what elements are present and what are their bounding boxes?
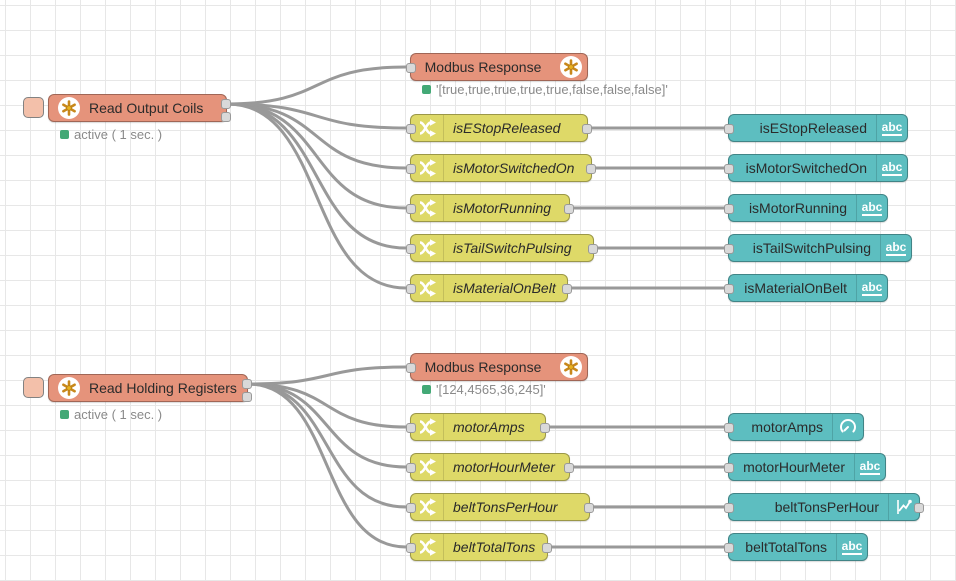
- node-change-isMaterialOnBelt[interactable]: isMaterialOnBelt: [410, 274, 568, 302]
- status-text: '[true,true,true,true,true,false,false,f…: [436, 82, 668, 97]
- output-port-1[interactable]: [242, 379, 252, 389]
- output-port[interactable]: [582, 124, 592, 134]
- wire[interactable]: [248, 384, 406, 507]
- output-port[interactable]: [564, 463, 574, 473]
- abc-text-icon: abc: [854, 454, 885, 480]
- input-port[interactable]: [724, 124, 734, 134]
- output-port[interactable]: [588, 244, 598, 254]
- output-port[interactable]: [586, 164, 596, 174]
- node-ui-beltTotalTons[interactable]: beltTotalTons abc: [728, 533, 868, 561]
- abc-text-icon: abc: [880, 235, 911, 261]
- output-port-1[interactable]: [221, 99, 231, 109]
- status-text: '[124,4565,36,245]': [436, 382, 546, 397]
- inject-button[interactable]: [23, 377, 44, 398]
- node-read-holding-registers[interactable]: Read Holding Registers: [48, 374, 248, 402]
- node-status: '[true,true,true,true,true,false,false,f…: [422, 82, 668, 97]
- node-change-isTailSwitchPulsing[interactable]: isTailSwitchPulsing: [410, 234, 594, 262]
- output-port[interactable]: [562, 284, 572, 294]
- wire[interactable]: [248, 367, 406, 384]
- status-dot: [60, 130, 69, 139]
- output-port[interactable]: [914, 503, 924, 513]
- input-port[interactable]: [406, 63, 416, 73]
- node-change-beltTotalTons[interactable]: beltTotalTons: [410, 533, 548, 561]
- modbus-flower-icon: [58, 97, 80, 119]
- input-port[interactable]: [724, 543, 734, 553]
- gauge-icon: [832, 414, 863, 440]
- modbus-flower-icon: [560, 356, 582, 378]
- node-change-beltTonsPerHour[interactable]: beltTonsPerHour: [410, 493, 590, 521]
- node-change-isMotorRunning[interactable]: isMotorRunning: [410, 194, 570, 222]
- status-dot: [60, 410, 69, 419]
- input-port[interactable]: [406, 244, 416, 254]
- node-status: active ( 1 sec. ): [60, 127, 162, 142]
- output-port-2[interactable]: [242, 392, 252, 402]
- status-text: active ( 1 sec. ): [74, 407, 162, 422]
- node-status: active ( 1 sec. ): [60, 407, 162, 422]
- abc-text-icon: abc: [856, 275, 887, 301]
- node-modbus-response-registers[interactable]: Modbus Response: [410, 353, 588, 381]
- output-port[interactable]: [584, 503, 594, 513]
- input-port[interactable]: [406, 423, 416, 433]
- input-port[interactable]: [406, 503, 416, 513]
- input-port[interactable]: [724, 463, 734, 473]
- abc-text-icon: abc: [856, 195, 887, 221]
- modbus-flower-icon: [58, 377, 80, 399]
- status-dot: [422, 385, 431, 394]
- status-dot: [422, 85, 431, 94]
- output-port[interactable]: [542, 543, 552, 553]
- output-port[interactable]: [564, 204, 574, 214]
- node-change-motorAmps[interactable]: motorAmps: [410, 413, 546, 441]
- input-port[interactable]: [406, 124, 416, 134]
- input-port[interactable]: [406, 463, 416, 473]
- status-text: active ( 1 sec. ): [74, 127, 162, 142]
- node-ui-beltTonsPerHour[interactable]: beltTonsPerHour: [728, 493, 920, 521]
- abc-text-icon: abc: [876, 155, 907, 181]
- node-ui-isTailSwitchPulsing[interactable]: isTailSwitchPulsing abc: [728, 234, 912, 262]
- node-ui-motorHourMeter[interactable]: motorHourMeter abc: [728, 453, 886, 481]
- input-port[interactable]: [406, 204, 416, 214]
- input-port[interactable]: [406, 164, 416, 174]
- input-port[interactable]: [724, 244, 734, 254]
- node-modbus-response-coils[interactable]: Modbus Response: [410, 53, 588, 81]
- node-change-isEStopReleased[interactable]: isEStopReleased: [410, 114, 588, 142]
- wire[interactable]: [227, 104, 406, 288]
- flow-canvas[interactable]: Read Output Coils active ( 1 sec. ) Modb…: [0, 0, 956, 581]
- node-ui-isEStopReleased[interactable]: isEStopReleased abc: [728, 114, 908, 142]
- node-change-isMotorSwitchedOn[interactable]: isMotorSwitchedOn: [410, 154, 592, 182]
- input-port[interactable]: [724, 284, 734, 294]
- input-port[interactable]: [724, 423, 734, 433]
- node-change-motorHourMeter[interactable]: motorHourMeter: [410, 453, 570, 481]
- output-port-2[interactable]: [221, 112, 231, 122]
- wire[interactable]: [227, 67, 406, 104]
- input-port[interactable]: [724, 204, 734, 214]
- node-status: '[124,4565,36,245]': [422, 382, 546, 397]
- node-ui-isMotorRunning[interactable]: isMotorRunning abc: [728, 194, 888, 222]
- input-port[interactable]: [724, 164, 734, 174]
- node-ui-isMaterialOnBelt[interactable]: isMaterialOnBelt abc: [728, 274, 888, 302]
- wire[interactable]: [227, 104, 406, 248]
- input-port[interactable]: [406, 284, 416, 294]
- abc-text-icon: abc: [876, 115, 907, 141]
- inject-button[interactable]: [23, 97, 44, 118]
- output-port[interactable]: [540, 423, 550, 433]
- input-port[interactable]: [724, 503, 734, 513]
- input-port[interactable]: [406, 363, 416, 373]
- modbus-flower-icon: [560, 56, 582, 78]
- node-ui-motorAmps[interactable]: motorAmps: [728, 413, 864, 441]
- abc-text-icon: abc: [836, 534, 867, 560]
- node-ui-isMotorSwitchedOn[interactable]: isMotorSwitchedOn abc: [728, 154, 908, 182]
- node-read-output-coils[interactable]: Read Output Coils: [48, 94, 227, 122]
- input-port[interactable]: [406, 543, 416, 553]
